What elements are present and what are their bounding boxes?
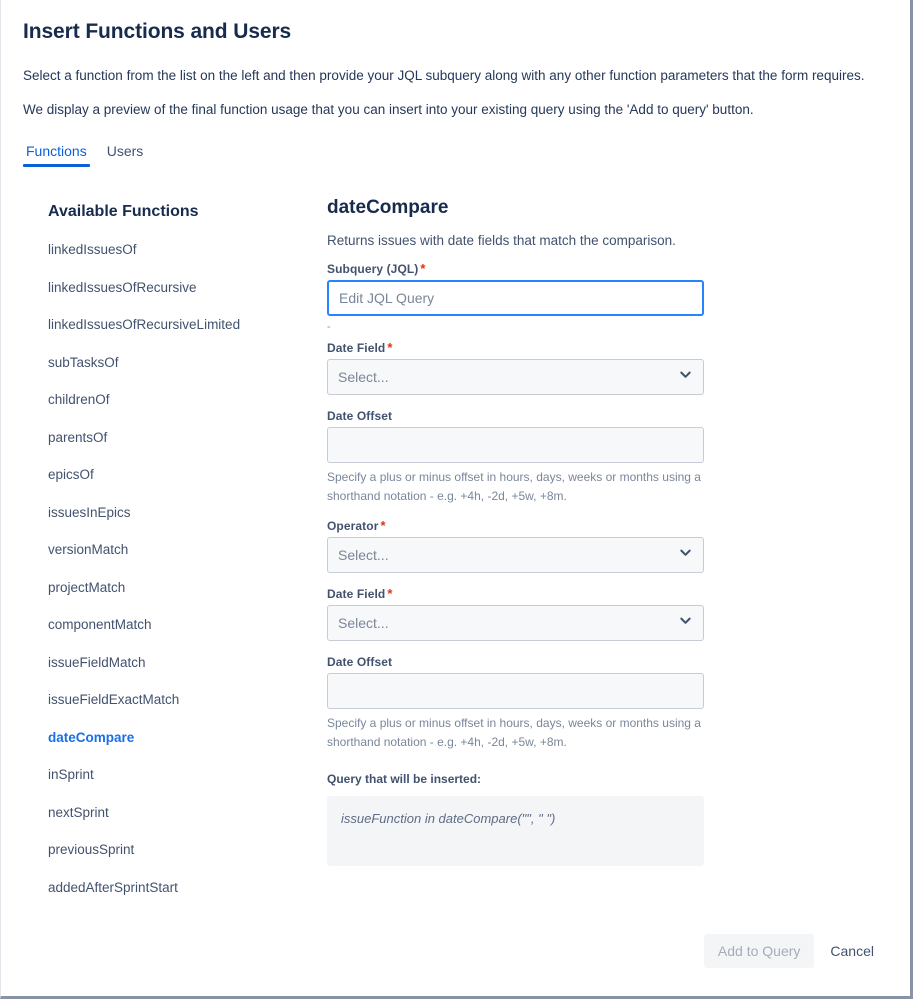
- query-preview-box: issueFunction in dateCompare("", " "): [327, 795, 704, 866]
- function-list: linkedIssuesOf linkedIssuesOfRecursive l…: [48, 243, 327, 918]
- add-to-query-button[interactable]: Add to Query: [703, 934, 815, 968]
- date-field-2-value: Select...: [338, 615, 389, 632]
- dialog-body: Available Functions linkedIssuesOf linke…: [23, 197, 888, 918]
- date-offset-1-input[interactable]: [327, 427, 704, 464]
- list-item[interactable]: linkedIssuesOfRecursive: [48, 280, 327, 319]
- date-field-1-value: Select...: [338, 369, 389, 386]
- list-item[interactable]: subTasksOf: [48, 355, 327, 394]
- operator-select-wrap: Select...: [327, 537, 704, 574]
- tab-bar: Functions Users: [23, 143, 888, 173]
- list-item[interactable]: epicsOf: [48, 468, 327, 506]
- subquery-label: Subquery (JQL) *: [327, 262, 864, 276]
- required-marker: *: [387, 340, 393, 356]
- list-item[interactable]: versionMatch: [48, 543, 327, 581]
- date-field-2-select-wrap: Select...: [327, 605, 704, 642]
- date-offset-1-help: Specify a plus or minus offset in hours,…: [327, 470, 701, 503]
- date-field-1-label-text: Date Field: [327, 341, 386, 356]
- date-field-2-label: Date Field *: [327, 587, 864, 601]
- list-item[interactable]: issueFieldMatch: [48, 655, 327, 694]
- date-offset-2-input[interactable]: [327, 673, 704, 710]
- function-description: Returns issues with date fields that mat…: [327, 233, 676, 249]
- sidebar-heading: Available Functions: [48, 203, 199, 221]
- required-marker: *: [420, 261, 426, 277]
- date-field-1-select-wrap: Select...: [327, 359, 704, 396]
- subquery-label-text: Subquery (JQL): [327, 262, 419, 277]
- list-item[interactable]: previousSprint: [48, 843, 327, 881]
- query-preview-label: Query that will be inserted:: [327, 771, 482, 786]
- list-item[interactable]: projectMatch: [48, 580, 327, 619]
- date-offset-2-help: Specify a plus or minus offset in hours,…: [327, 716, 701, 749]
- date-offset-1-label: Date Offset: [327, 409, 864, 423]
- list-item[interactable]: componentMatch: [48, 618, 327, 656]
- tab-functions[interactable]: Functions: [23, 143, 90, 168]
- date-field-2-label-text: Date Field: [327, 587, 386, 602]
- cancel-button[interactable]: Cancel: [818, 934, 886, 968]
- date-field-1-select[interactable]: Select...: [327, 359, 704, 396]
- required-marker: *: [380, 518, 386, 534]
- list-item[interactable]: linkedIssuesOfRecursiveLimited: [48, 318, 327, 356]
- date-field-1-label: Date Field *: [327, 341, 864, 355]
- tab-bar-rule: [23, 170, 888, 173]
- page-title: Insert Functions and Users: [23, 20, 292, 43]
- date-field-2-select[interactable]: Select...: [327, 605, 704, 642]
- operator-label: Operator *: [327, 519, 864, 533]
- operator-value: Select...: [338, 547, 389, 564]
- date-offset-1-label-text: Date Offset: [327, 409, 393, 424]
- list-item[interactable]: inSprint: [48, 768, 327, 806]
- required-marker: *: [387, 586, 393, 602]
- available-functions-sidebar: Available Functions linkedIssuesOf linke…: [23, 197, 327, 918]
- list-item[interactable]: linkedIssuesOf: [48, 243, 327, 281]
- dialog-footer: Add to Query Cancel: [703, 934, 886, 968]
- list-item-date-compare[interactable]: dateCompare: [48, 730, 327, 769]
- list-item[interactable]: issuesInEpics: [48, 505, 327, 544]
- list-item[interactable]: issueFieldExactMatch: [48, 693, 327, 731]
- operator-select[interactable]: Select...: [327, 537, 704, 574]
- list-item[interactable]: childrenOf: [48, 393, 327, 431]
- subquery-sub-text: -: [327, 321, 331, 334]
- tab-users[interactable]: Users: [104, 143, 147, 167]
- date-offset-2-label: Date Offset: [327, 655, 864, 669]
- intro-line-1: Select a function from the list on the l…: [23, 68, 865, 83]
- list-item[interactable]: nextSprint: [48, 805, 327, 844]
- function-detail-panel: dateCompare Returns issues with date fie…: [327, 197, 888, 918]
- function-title: dateCompare: [327, 197, 449, 219]
- list-item[interactable]: addedAfterSprintStart: [48, 880, 327, 919]
- query-preview-code: issueFunction in dateCompare("", " "): [341, 810, 556, 826]
- subquery-jql-input[interactable]: [327, 280, 704, 317]
- list-item[interactable]: parentsOf: [48, 430, 327, 469]
- insert-functions-dialog: Insert Functions and Users Select a func…: [0, 0, 913, 999]
- intro-line-2: We display a preview of the final functi…: [23, 101, 754, 117]
- operator-label-text: Operator: [327, 519, 379, 534]
- date-offset-2-label-text: Date Offset: [327, 655, 393, 670]
